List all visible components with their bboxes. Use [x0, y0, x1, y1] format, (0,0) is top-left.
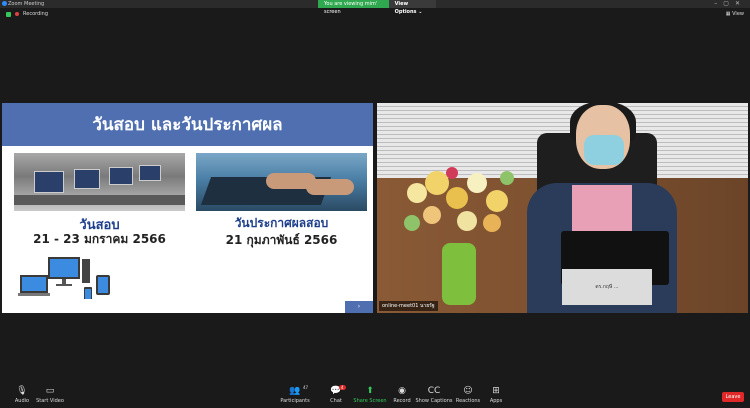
apps-icon: ⊞ — [492, 386, 500, 396]
start-video-button[interactable]: ▭ Start Video — [28, 386, 72, 404]
recording-label: Recording — [23, 11, 49, 17]
typing-photo — [196, 153, 367, 211]
video-camera-icon: ▭ — [45, 386, 55, 396]
result-date: 21 กุมภาพันธ์ 2566 — [225, 233, 338, 247]
name-placard: ดร.กฤษี ... — [562, 269, 652, 305]
view-button[interactable]: ▦ View — [726, 11, 744, 17]
shared-slide: วันสอบ และวันประกาศผล วันสอบ 21 - 23 มกร… — [2, 103, 373, 313]
meeting-toolbar: 🎙 Audio ▭ Start Video 👥 47 Participants … — [0, 384, 750, 408]
speaker-video: ดร.กฤษี ... online-meet01 นายรัฐ — [377, 103, 748, 313]
shield-icon[interactable] — [6, 11, 11, 17]
slide-title: วันสอบ และวันประกาศผล — [92, 115, 283, 135]
window-title: Zoom Meeting — [8, 1, 45, 7]
exam-room-photo — [14, 153, 185, 211]
devices-illustration — [18, 257, 110, 299]
participant-name-tag: online-meet01 นายรัฐ — [379, 301, 438, 311]
flower-vase — [442, 243, 476, 305]
share-banner: You are viewing mim' screen View Options… — [318, 0, 436, 15]
window-controls[interactable]: –▢✕ — [714, 0, 746, 8]
participants-button[interactable]: 👥 47 Participants — [273, 385, 317, 404]
chat-badge: 4 — [339, 385, 346, 390]
participants-count: 47 — [303, 385, 309, 390]
flower-bouquet — [404, 167, 514, 232]
zoom-logo-icon — [2, 1, 7, 6]
apps-button[interactable]: ⊞ Apps — [474, 386, 518, 404]
view-options-button[interactable]: View Options ⌄ — [388, 0, 436, 15]
share-status: You are viewing mim' screen — [318, 0, 389, 15]
slide-page-marker: › — [345, 301, 373, 313]
leave-button[interactable]: Leave — [722, 392, 744, 402]
face-mask — [584, 135, 624, 165]
participants-icon: 👥 — [289, 386, 301, 396]
recording-indicator: Recording — [6, 11, 48, 17]
exam-date: 21 - 23 มกราคม 2566 — [33, 232, 166, 246]
record-dot-icon — [15, 12, 19, 16]
